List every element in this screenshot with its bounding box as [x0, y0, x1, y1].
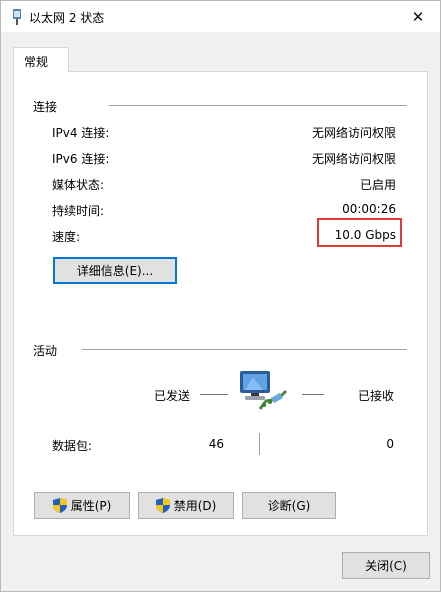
title-bar: 以太网 2 状态 ✕: [1, 1, 440, 32]
ipv4-label: IPv4 连接:: [52, 126, 110, 140]
received-line: [302, 394, 324, 395]
network-computers-icon: [240, 371, 288, 410]
properties-button-label: 属性(P): [70, 499, 112, 513]
network-adapter-icon: [13, 9, 21, 25]
uac-shield-icon: [52, 498, 67, 513]
packets-divider: [259, 433, 260, 455]
activity-heading: 活动: [33, 344, 58, 358]
tab-label: 常规: [24, 55, 49, 69]
properties-button[interactable]: 属性(P): [34, 492, 130, 519]
diagnose-button[interactable]: 诊断(G): [242, 492, 336, 519]
uac-shield-icon: [155, 498, 170, 513]
tab-general[interactable]: 常规: [13, 47, 69, 72]
details-button[interactable]: 详细信息(E)...: [53, 257, 177, 284]
media-state-value: 已启用: [359, 178, 396, 192]
duration-label: 持续时间:: [52, 204, 105, 218]
sent-packets-value: 46: [208, 437, 224, 451]
disable-button[interactable]: 禁用(D): [138, 492, 234, 519]
close-window-button[interactable]: ✕: [396, 1, 440, 32]
activity-divider: [82, 349, 407, 350]
window-title: 以太网 2 状态: [29, 11, 105, 25]
connection-divider: [109, 105, 407, 106]
ipv4-value: 无网络访问权限: [311, 126, 396, 140]
media-state-label: 媒体状态:: [52, 178, 105, 192]
general-panel: 连接 IPv4 连接: 无网络访问权限 IPv6 连接: 无网络访问权限 媒体状…: [13, 71, 428, 536]
received-label: 已接收: [358, 389, 395, 403]
connection-heading: 连接: [33, 100, 58, 114]
received-packets-value: 0: [386, 437, 394, 451]
close-button[interactable]: 关闭(C): [342, 552, 430, 579]
close-button-label: 关闭(C): [365, 559, 407, 573]
ipv6-label: IPv6 连接:: [52, 152, 110, 166]
disable-button-label: 禁用(D): [173, 499, 217, 513]
sent-label: 已发送: [154, 389, 191, 403]
speed-label: 速度:: [52, 230, 81, 244]
ipv6-value: 无网络访问权限: [311, 152, 396, 166]
duration-value: 00:00:26: [342, 202, 396, 216]
sent-line: [200, 394, 228, 395]
status-dialog: 以太网 2 状态 ✕ 常规 连接 IPv4 连接: 无网络访问权限 IPv6 连…: [0, 0, 441, 592]
diagnose-button-label: 诊断(G): [267, 499, 311, 513]
details-button-label: 详细信息(E)...: [76, 264, 154, 278]
packets-label: 数据包:: [52, 439, 93, 453]
speed-highlight-box: [317, 218, 402, 247]
